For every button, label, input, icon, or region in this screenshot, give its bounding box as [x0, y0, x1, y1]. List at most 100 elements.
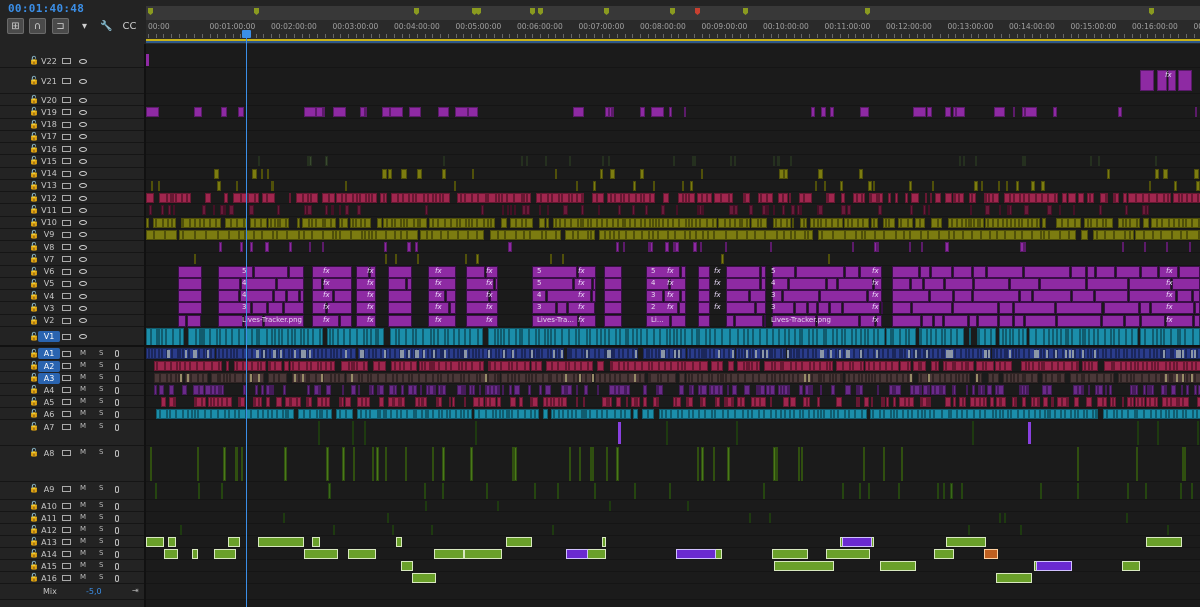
clip[interactable]	[930, 265, 952, 278]
clip[interactable]	[1191, 217, 1199, 228]
clip[interactable]	[306, 385, 311, 395]
clip[interactable]	[759, 385, 765, 395]
solo-track-button[interactable]: S	[99, 397, 103, 405]
clip[interactable]	[821, 107, 826, 118]
clip[interactable]	[713, 217, 717, 228]
clip[interactable]	[468, 373, 477, 383]
clip[interactable]	[229, 205, 234, 216]
clip[interactable]	[1148, 373, 1157, 383]
clip[interactable]	[704, 409, 713, 419]
audio-lane-a12[interactable]	[146, 524, 1200, 536]
clip[interactable]	[681, 290, 686, 302]
clip[interactable]	[372, 193, 377, 203]
clip[interactable]	[396, 537, 402, 547]
clip[interactable]	[1185, 327, 1193, 346]
toggle-sync-lock-icon[interactable]	[62, 58, 71, 64]
clip[interactable]	[689, 193, 696, 203]
clip[interactable]	[895, 385, 902, 395]
clip[interactable]	[1117, 107, 1123, 118]
track-name-v11[interactable]: V11	[38, 205, 60, 216]
playhead-timecode[interactable]: 00:01:40:48	[8, 2, 84, 15]
clip[interactable]	[470, 447, 473, 481]
clip[interactable]	[1194, 302, 1200, 315]
clip[interactable]	[842, 537, 872, 547]
clip[interactable]	[329, 193, 336, 203]
clip[interactable]	[573, 107, 585, 118]
clip[interactable]	[873, 180, 876, 191]
clip[interactable]	[178, 277, 202, 290]
clip[interactable]	[680, 348, 686, 359]
mute-track-button[interactable]: M	[80, 373, 86, 381]
clip[interactable]	[412, 573, 436, 583]
clip[interactable]	[1044, 361, 1053, 371]
clip[interactable]	[939, 229, 950, 240]
clip[interactable]	[1090, 156, 1093, 167]
clip[interactable]	[1004, 229, 1016, 240]
clip[interactable]	[714, 409, 723, 419]
clip[interactable]	[167, 350, 170, 358]
clip[interactable]	[204, 193, 212, 203]
clip[interactable]	[422, 397, 428, 407]
audio-lane-a16[interactable]	[146, 572, 1200, 584]
clip[interactable]	[578, 374, 581, 382]
clip[interactable]	[782, 205, 786, 216]
clip[interactable]	[578, 447, 581, 481]
clip[interactable]	[214, 549, 236, 559]
snap-magnet-icon[interactable]: ∩	[29, 18, 46, 34]
video-lane-v1[interactable]	[146, 327, 1200, 347]
clip[interactable]	[624, 409, 632, 419]
clip[interactable]	[406, 327, 414, 346]
clip[interactable]	[725, 242, 728, 252]
clip[interactable]	[328, 483, 332, 499]
clip[interactable]	[1033, 290, 1072, 302]
clip[interactable]	[592, 180, 596, 191]
clip[interactable]	[626, 229, 635, 240]
clip[interactable]	[933, 373, 941, 383]
clip[interactable]	[1039, 277, 1087, 290]
toggle-output-eye-icon[interactable]	[79, 78, 87, 84]
clip[interactable]	[642, 385, 648, 395]
clip[interactable]	[467, 107, 478, 118]
clip[interactable]	[154, 229, 166, 240]
clip[interactable]	[731, 350, 734, 358]
clip[interactable]	[828, 254, 831, 265]
solo-track-button[interactable]: S	[99, 573, 103, 581]
clip[interactable]	[454, 107, 468, 118]
clip[interactable]	[1156, 193, 1165, 203]
clip[interactable]	[488, 350, 491, 358]
clip[interactable]	[156, 361, 165, 371]
video-lane-v8[interactable]	[146, 241, 1200, 254]
clip[interactable]	[618, 422, 621, 444]
clip[interactable]	[608, 501, 611, 511]
clip[interactable]	[221, 385, 225, 395]
clip[interactable]	[501, 361, 510, 371]
clip[interactable]	[1090, 193, 1094, 203]
clip[interactable]	[958, 156, 962, 167]
toggle-sync-lock-icon[interactable]	[62, 146, 71, 153]
toggle-sync-lock-icon[interactable]	[62, 424, 71, 430]
clip[interactable]	[748, 205, 753, 216]
clip[interactable]	[674, 350, 677, 358]
video-lane-v20[interactable]	[146, 94, 1200, 107]
clip[interactable]	[312, 537, 320, 547]
clip[interactable]	[190, 361, 198, 371]
track-name-v9[interactable]: V9	[38, 229, 60, 240]
solo-track-button[interactable]: S	[99, 422, 103, 430]
clip[interactable]	[658, 229, 668, 240]
clip[interactable]	[1191, 193, 1199, 203]
clip[interactable]	[240, 447, 243, 481]
clip[interactable]	[385, 229, 395, 240]
clip[interactable]	[852, 242, 855, 252]
clip[interactable]	[1103, 361, 1112, 371]
clip[interactable]	[952, 302, 998, 315]
clip[interactable]	[201, 205, 207, 216]
clip[interactable]	[256, 350, 259, 358]
audio-lane-a7[interactable]	[146, 420, 1200, 446]
clip[interactable]	[1194, 314, 1200, 327]
clip[interactable]	[296, 397, 301, 407]
video-lane-v11[interactable]	[146, 204, 1200, 217]
clip[interactable]	[515, 229, 524, 240]
clip[interactable]	[921, 229, 928, 240]
voice-over-record-icon[interactable]	[115, 423, 119, 431]
clip[interactable]	[973, 265, 986, 278]
